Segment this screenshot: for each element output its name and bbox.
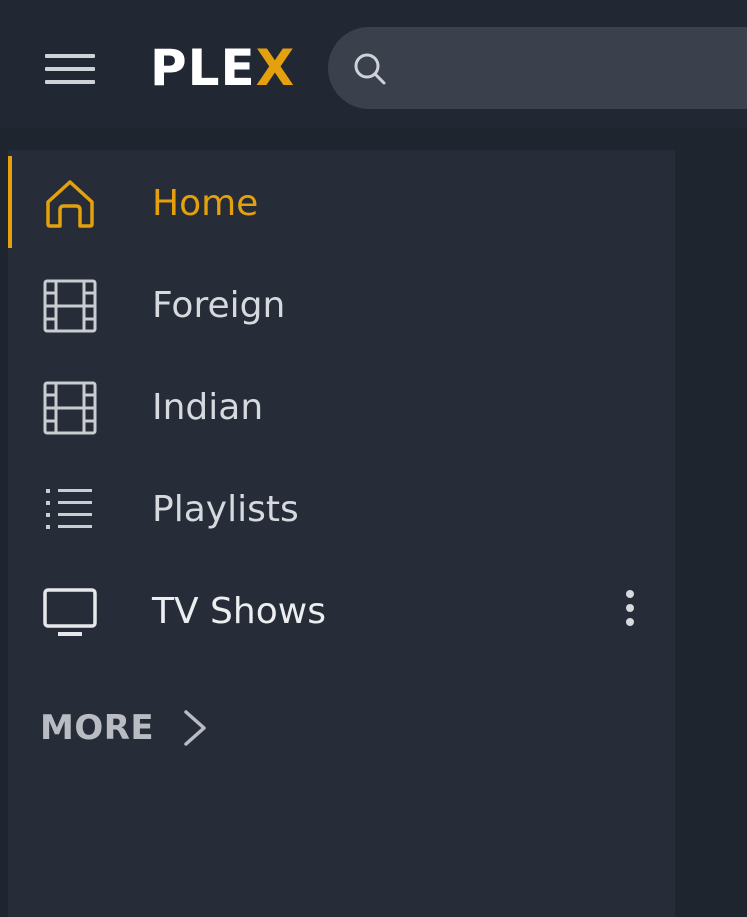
top-bar: PLEX bbox=[0, 0, 747, 128]
sidebar-item-label: Playlists bbox=[152, 489, 299, 530]
sidebar-item-foreign[interactable]: Foreign bbox=[8, 254, 675, 354]
tv-icon bbox=[43, 588, 97, 636]
left-gutter bbox=[0, 150, 8, 917]
home-icon bbox=[46, 180, 94, 228]
search-icon[interactable] bbox=[350, 49, 390, 89]
film-icon bbox=[43, 279, 97, 333]
header-divider bbox=[0, 128, 747, 150]
hamburger-icon[interactable] bbox=[45, 54, 95, 86]
sidebar-item-label: Foreign bbox=[152, 285, 286, 326]
sidebar-item-indian[interactable]: Indian bbox=[8, 356, 675, 456]
sidebar-item-label: Indian bbox=[152, 387, 264, 428]
film-icon bbox=[43, 381, 97, 435]
more-label: MORE bbox=[40, 708, 155, 748]
logo-accent: X bbox=[255, 39, 296, 97]
list-icon bbox=[46, 489, 92, 529]
plex-window: PLEX Home Foreign Indian Playlists TV Sh… bbox=[0, 0, 747, 917]
logo-text: PLE bbox=[150, 39, 256, 97]
sidebar-item-label: TV Shows bbox=[152, 591, 326, 632]
main-content-edge bbox=[675, 128, 747, 917]
sidebar-item-playlists[interactable]: Playlists bbox=[8, 458, 675, 558]
search-bar[interactable] bbox=[328, 27, 747, 109]
chevron-right-icon bbox=[184, 710, 206, 746]
vertical-dots-icon[interactable] bbox=[620, 586, 640, 634]
sidebar-item-home[interactable]: Home bbox=[8, 152, 675, 252]
sidebar-item-tv-shows[interactable]: TV Shows bbox=[8, 560, 675, 660]
plex-logo[interactable]: PLEX bbox=[150, 38, 295, 98]
active-indicator bbox=[8, 156, 12, 248]
sidebar-item-label: Home bbox=[152, 183, 259, 224]
